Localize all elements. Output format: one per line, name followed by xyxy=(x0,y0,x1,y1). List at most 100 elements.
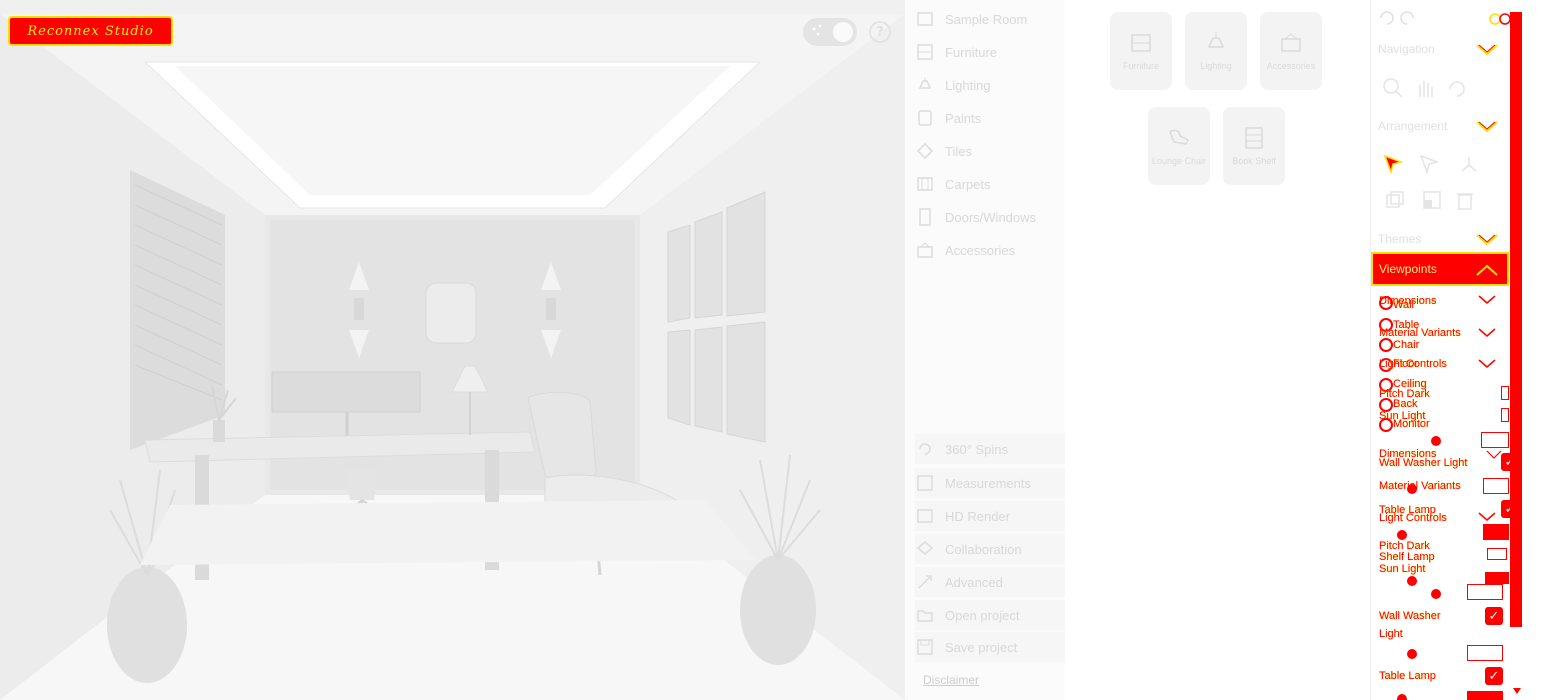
pan-hand-icon[interactable] xyxy=(1413,76,1437,100)
slider-handle[interactable] xyxy=(1431,589,1441,599)
sun-light-toggle[interactable] xyxy=(1501,408,1509,422)
category-accessories[interactable]: Accessories xyxy=(915,235,1065,265)
lighting-icon xyxy=(1207,32,1225,48)
slider-value-box[interactable] xyxy=(1481,432,1509,448)
section-title: Navigation xyxy=(1378,42,1435,56)
chevron-down-icon[interactable] xyxy=(1476,44,1498,56)
product-card-lounge-chair[interactable]: Lounge Chair xyxy=(1148,107,1210,185)
zoom-icon[interactable] xyxy=(1381,76,1405,100)
move-cursor-icon[interactable] xyxy=(1417,152,1441,176)
save-project-icon xyxy=(915,637,935,657)
disclaimer-link[interactable]: Disclaimer xyxy=(923,673,979,687)
tool-label: Collaboration xyxy=(945,541,1022,557)
light-controls-label[interactable]: Light Controls xyxy=(1379,358,1447,370)
tool-collaboration[interactable]: Collaboration xyxy=(915,534,1065,564)
pitch-dark-toggle[interactable] xyxy=(1501,386,1509,400)
room-render[interactable] xyxy=(0,0,905,700)
viewpoint-radio-monitor[interactable] xyxy=(1379,418,1393,432)
panel-scrollbar[interactable] xyxy=(1510,12,1522,627)
tool-open-project[interactable]: Open project xyxy=(915,600,1065,630)
scroll-down-icon[interactable] xyxy=(1511,686,1523,696)
select-cursor-icon[interactable] xyxy=(1381,152,1405,176)
help-button[interactable]: ? xyxy=(869,21,891,43)
slider-handle[interactable] xyxy=(1407,484,1417,494)
category-paints[interactable]: Paints xyxy=(915,103,1065,133)
tool-measurements[interactable]: Measurements xyxy=(915,468,1065,498)
product-card-lighting[interactable]: Lighting xyxy=(1185,12,1247,90)
chevron-down-icon[interactable] xyxy=(1476,121,1498,133)
tool-label: Measurements xyxy=(945,475,1031,491)
chevron-up-icon[interactable] xyxy=(1476,264,1498,276)
product-label: Lighting xyxy=(1200,61,1232,71)
doors-windows-icon xyxy=(915,207,935,227)
product-label: Accessories xyxy=(1266,61,1316,71)
accessories-icon xyxy=(1281,33,1301,52)
category-doors-windows[interactable]: Doors/Windows xyxy=(915,202,1065,232)
slider-handle[interactable] xyxy=(1397,530,1407,540)
tool-hd-render[interactable]: HD Render xyxy=(915,501,1065,531)
product-label: Furniture xyxy=(1122,61,1159,71)
chevron-down-icon[interactable] xyxy=(1476,295,1498,307)
value-input[interactable] xyxy=(1467,691,1503,700)
day-night-toggle[interactable] xyxy=(803,18,857,46)
chevron-down-icon[interactable] xyxy=(1476,359,1498,371)
chevron-down-icon[interactable] xyxy=(1476,234,1498,246)
section-title: Viewpoints xyxy=(1379,262,1437,276)
undo-icon[interactable] xyxy=(1380,11,1394,25)
light-option-label: Sun Light xyxy=(1379,563,1426,575)
viewpoint-radio-chair[interactable] xyxy=(1379,338,1393,352)
tool-label: HD Render xyxy=(945,508,1011,524)
value-input[interactable] xyxy=(1467,645,1503,661)
lounge-chair-icon xyxy=(1169,129,1190,145)
viewpoint-label: Back xyxy=(1393,398,1418,410)
control-panel: Navigation Arrangement Themes Viewpoints… xyxy=(1370,0,1519,700)
category-sample-room[interactable]: Sample Room xyxy=(915,4,1065,34)
chevron-down-icon[interactable] xyxy=(1476,328,1498,340)
category-lighting[interactable]: Lighting xyxy=(915,70,1065,100)
table-lamp-light-checkbox[interactable]: ✓ xyxy=(1485,667,1503,685)
material-dropdown[interactable] xyxy=(1483,478,1509,494)
slider-handle[interactable] xyxy=(1431,436,1441,446)
scale-icon[interactable] xyxy=(1420,188,1444,212)
rotate-360-icon[interactable] xyxy=(1445,76,1469,100)
wall-washer-light-checkbox[interactable]: ✓ xyxy=(1485,607,1503,625)
tool-advanced[interactable]: Advanced xyxy=(915,567,1065,597)
slider-handle[interactable] xyxy=(1407,576,1417,586)
moon-icon xyxy=(833,22,853,42)
category-carpets[interactable]: Carpets xyxy=(915,169,1065,199)
book-shelf-icon xyxy=(1245,127,1263,149)
material-variants-label[interactable]: Material Variants xyxy=(1379,327,1461,339)
category-furniture[interactable]: Furniture xyxy=(915,37,1065,67)
carpets-icon xyxy=(915,174,935,194)
wall-washer-label-line2: Light xyxy=(1379,628,1403,640)
category-tiles[interactable]: Tiles xyxy=(915,136,1065,166)
category-label: Tiles xyxy=(945,143,972,159)
slider-handle[interactable] xyxy=(1397,694,1407,700)
duplicate-icon[interactable] xyxy=(1383,188,1407,212)
delete-icon[interactable] xyxy=(1453,188,1477,212)
shelf-lamp-slider[interactable] xyxy=(1485,572,1509,584)
brand-logo: Reconnex Studio xyxy=(8,16,173,46)
product-card-furniture[interactable]: Furniture xyxy=(1110,12,1172,90)
fullscreen-icon[interactable] xyxy=(1489,10,1511,28)
viewpoint-radio-wall[interactable] xyxy=(1379,296,1393,310)
room-viewport[interactable]: Reconnex Studio ? xyxy=(0,0,905,700)
value-input[interactable] xyxy=(1467,584,1503,600)
slider-handle[interactable] xyxy=(1407,649,1417,659)
tool-save-project[interactable]: Save project xyxy=(915,632,1065,662)
dropdown-field[interactable] xyxy=(1483,524,1509,540)
product-card-accessories[interactable]: Accessories xyxy=(1260,12,1322,90)
category-label: Lighting xyxy=(945,77,991,93)
viewpoint-label: Chair xyxy=(1393,339,1420,351)
axis-icon[interactable] xyxy=(1457,152,1481,176)
shelf-lamp-toggle[interactable] xyxy=(1487,548,1507,560)
chevron-down-icon[interactable] xyxy=(1476,512,1498,524)
viewpoint-label: Monitor xyxy=(1393,418,1430,430)
material-variants-label[interactable]: Material Variants xyxy=(1379,480,1461,492)
light-controls-label[interactable]: Light Controls xyxy=(1379,512,1447,524)
furniture-icon xyxy=(1131,34,1151,52)
table-lamp-label: Table Lamp xyxy=(1379,670,1436,682)
tool-360-spins[interactable]: 360° Spins xyxy=(915,434,1065,464)
redo-icon[interactable] xyxy=(1400,11,1414,25)
product-card-book-shelf[interactable]: Book Shelf xyxy=(1223,107,1285,185)
